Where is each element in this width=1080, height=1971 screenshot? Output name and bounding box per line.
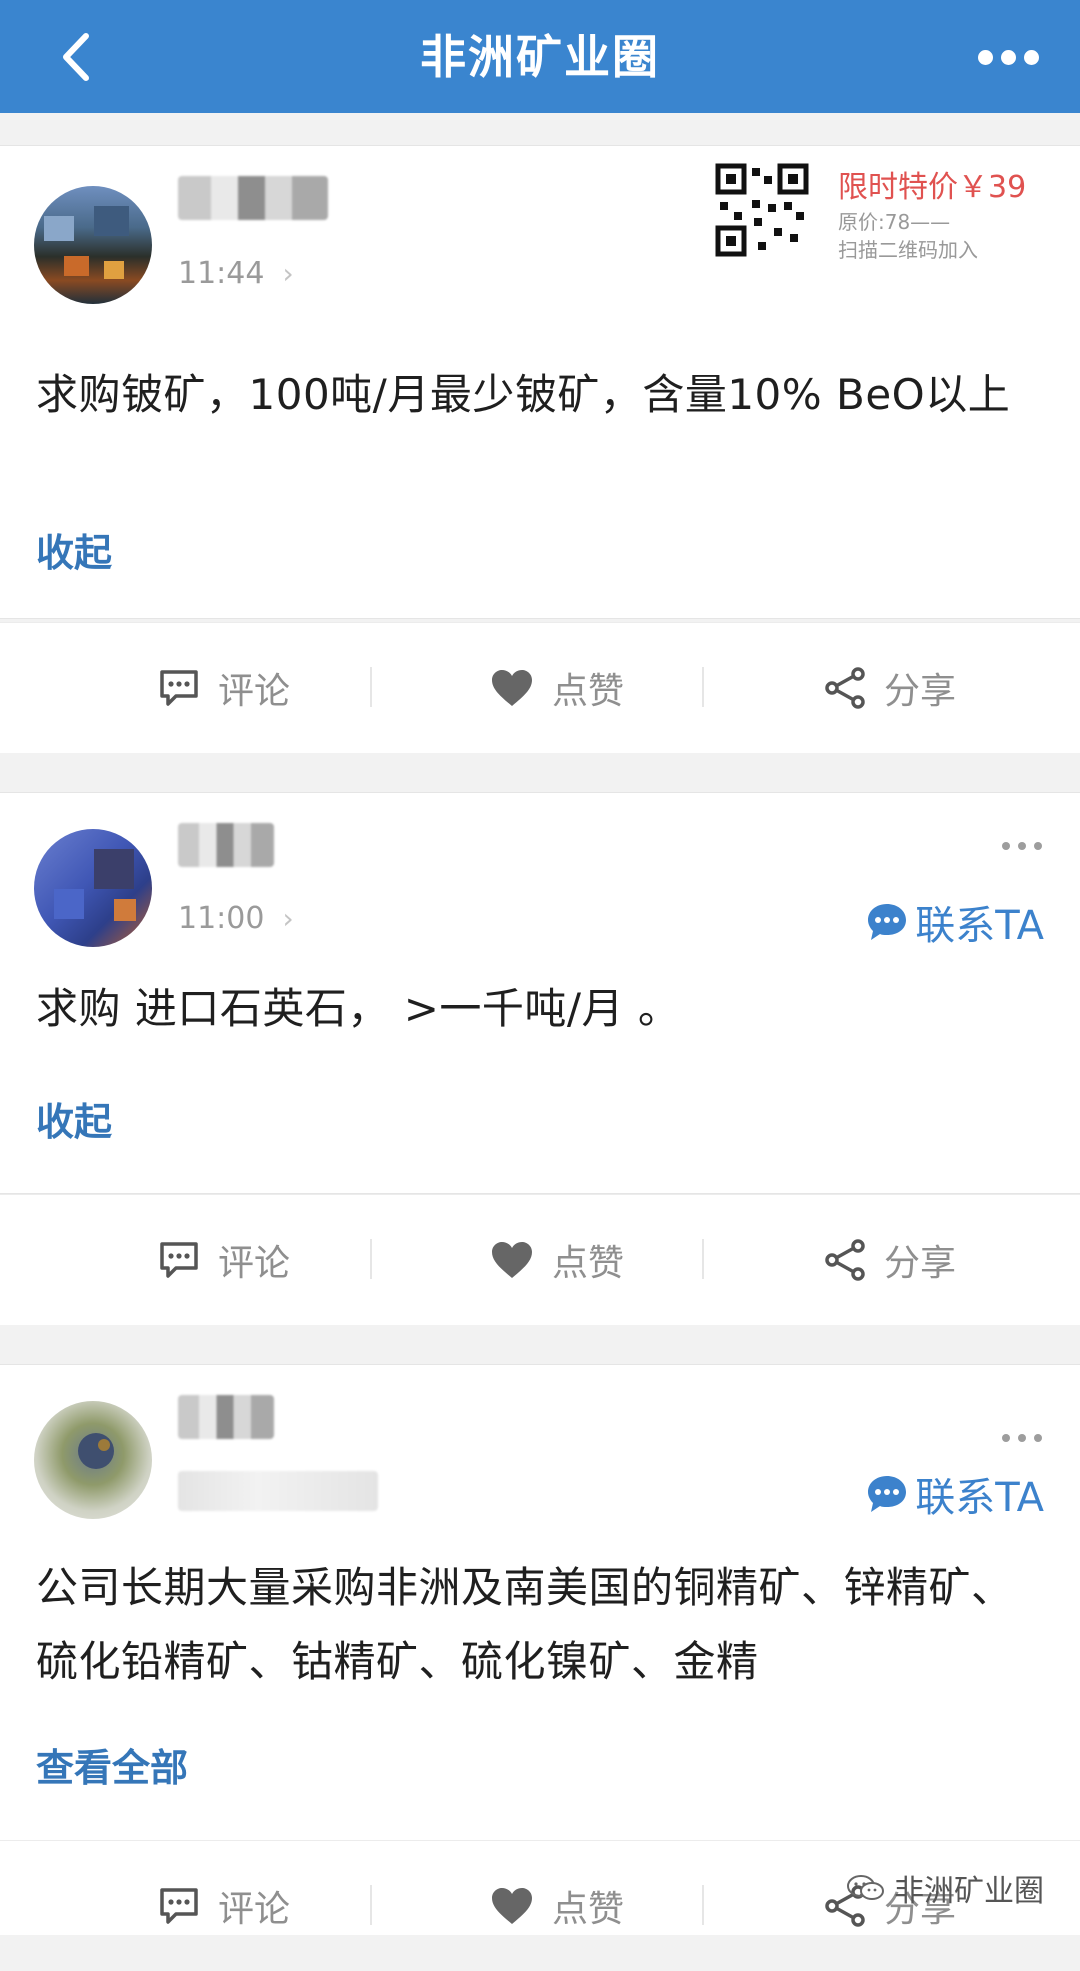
- heart-icon: [492, 1242, 532, 1278]
- heart-icon: [492, 670, 532, 706]
- comment-label: 评论: [218, 1243, 291, 1284]
- promo-original-price: 原价:78——: [838, 210, 951, 234]
- page-title: 非洲矿业圈: [420, 30, 660, 84]
- share-button[interactable]: 分享: [824, 1195, 956, 1325]
- collapse-link[interactable]: 收起: [36, 1091, 112, 1146]
- comment-icon: [160, 670, 198, 706]
- post-text: 求购 进口石英石， >一千吨/月 。: [36, 984, 681, 1033]
- view-all-link[interactable]: 查看全部: [36, 1737, 188, 1792]
- dot-icon: [1002, 842, 1010, 850]
- dot-icon: [1018, 1434, 1026, 1442]
- username-blurred: [178, 1395, 274, 1439]
- watermark-text: 非洲矿业圈: [894, 1874, 1044, 1909]
- watermark: 非洲矿业圈: [846, 1866, 1044, 1910]
- promo-ad[interactable]: 限时特价￥39 原价:78—— 扫描二维码加入: [710, 158, 1040, 262]
- avatar[interactable]: [34, 186, 152, 304]
- time-label: 11:00: [178, 901, 265, 936]
- divider: [370, 667, 372, 707]
- divider: [702, 1885, 704, 1925]
- post-text: 求购铍矿，100吨/月最少铍矿，含量10% BeO以上: [36, 370, 1011, 419]
- share-label: 分享: [884, 671, 957, 712]
- comment-icon: [160, 1242, 198, 1278]
- like-button[interactable]: 点赞: [490, 1195, 624, 1325]
- username-blurred: [178, 823, 274, 867]
- post-card: 11:00 › 联系TA 求购 进口石英石， >一千吨/月 。 收起: [0, 792, 1080, 1194]
- avatar[interactable]: [34, 829, 152, 947]
- post-card: 联系TA 公司长期大量采购非洲及南美国的铜精矿、锌精矿、硫化铅精矿、钴精矿、硫化…: [0, 1364, 1080, 1841]
- top-nav-bar: 非洲矿业圈: [0, 0, 1080, 113]
- qr-code-icon: [714, 162, 810, 258]
- comment-button[interactable]: 评论: [158, 623, 290, 753]
- share-icon: [825, 667, 865, 709]
- share-icon: [825, 1239, 865, 1281]
- contact-button[interactable]: 联系TA: [865, 1469, 1044, 1521]
- divider: [702, 1239, 704, 1279]
- post-action-bar: 评论 点赞 分享: [0, 1194, 1080, 1325]
- post-time[interactable]: 11:44 ›: [178, 254, 294, 294]
- chevron-right-icon: ›: [282, 257, 294, 290]
- comment-button[interactable]: 评论: [158, 1841, 290, 1971]
- more-options-button[interactable]: [968, 22, 1048, 92]
- dot-icon: [1023, 49, 1039, 65]
- like-label: 点赞: [552, 671, 625, 712]
- post-action-bar: 评论 点赞 分享: [0, 622, 1080, 753]
- heart-icon: [492, 1888, 532, 1924]
- post-more-button[interactable]: [1002, 1423, 1042, 1453]
- chevron-right-icon: ›: [282, 902, 294, 935]
- avatar-image: [78, 1433, 114, 1469]
- like-button[interactable]: 点赞: [490, 1841, 624, 1971]
- comment-button[interactable]: 评论: [158, 1195, 290, 1325]
- dot-icon: [1034, 842, 1042, 850]
- like-button[interactable]: 点赞: [490, 623, 624, 753]
- contact-label: 联系TA: [915, 1475, 1044, 1521]
- post-time[interactable]: 11:00 ›: [178, 899, 294, 939]
- avatar-image: [54, 849, 136, 921]
- chat-bubble-icon: [868, 904, 907, 940]
- collapse-link[interactable]: 收起: [36, 522, 112, 577]
- like-label: 点赞: [552, 1889, 625, 1930]
- chat-bubble-icon: [868, 1476, 907, 1512]
- divider: [370, 1239, 372, 1279]
- wechat-logo-icon: [847, 1875, 884, 1900]
- comment-label: 评论: [218, 671, 291, 712]
- comment-label: 评论: [218, 1889, 291, 1930]
- share-button[interactable]: 分享: [824, 623, 956, 753]
- promo-scan-hint: 扫描二维码加入: [838, 238, 978, 262]
- comment-icon: [160, 1888, 198, 1924]
- avatar[interactable]: [34, 1401, 152, 1519]
- time-label: 11:44: [178, 256, 265, 291]
- promo-price: 限时特价￥39: [838, 170, 1027, 205]
- dot-icon: [1002, 1434, 1010, 1442]
- post-time-blurred[interactable]: [178, 1471, 378, 1511]
- post-more-button[interactable]: [1002, 831, 1042, 861]
- contact-label: 联系TA: [915, 903, 1044, 949]
- divider: [370, 1885, 372, 1925]
- like-label: 点赞: [552, 1243, 625, 1284]
- share-label: 分享: [884, 1243, 957, 1284]
- dot-icon: [1000, 49, 1016, 65]
- contact-button[interactable]: 联系TA: [865, 897, 1044, 949]
- username-blurred: [178, 176, 328, 220]
- post-text: 公司长期大量采购非洲及南美国的铜精矿、锌精矿、硫化铅精矿、钴精矿、硫化镍矿、金精: [36, 1563, 1014, 1686]
- dot-icon: [1018, 842, 1026, 850]
- dot-icon: [1034, 1434, 1042, 1442]
- avatar-image: [44, 206, 129, 279]
- divider: [702, 667, 704, 707]
- dot-icon: [977, 49, 993, 65]
